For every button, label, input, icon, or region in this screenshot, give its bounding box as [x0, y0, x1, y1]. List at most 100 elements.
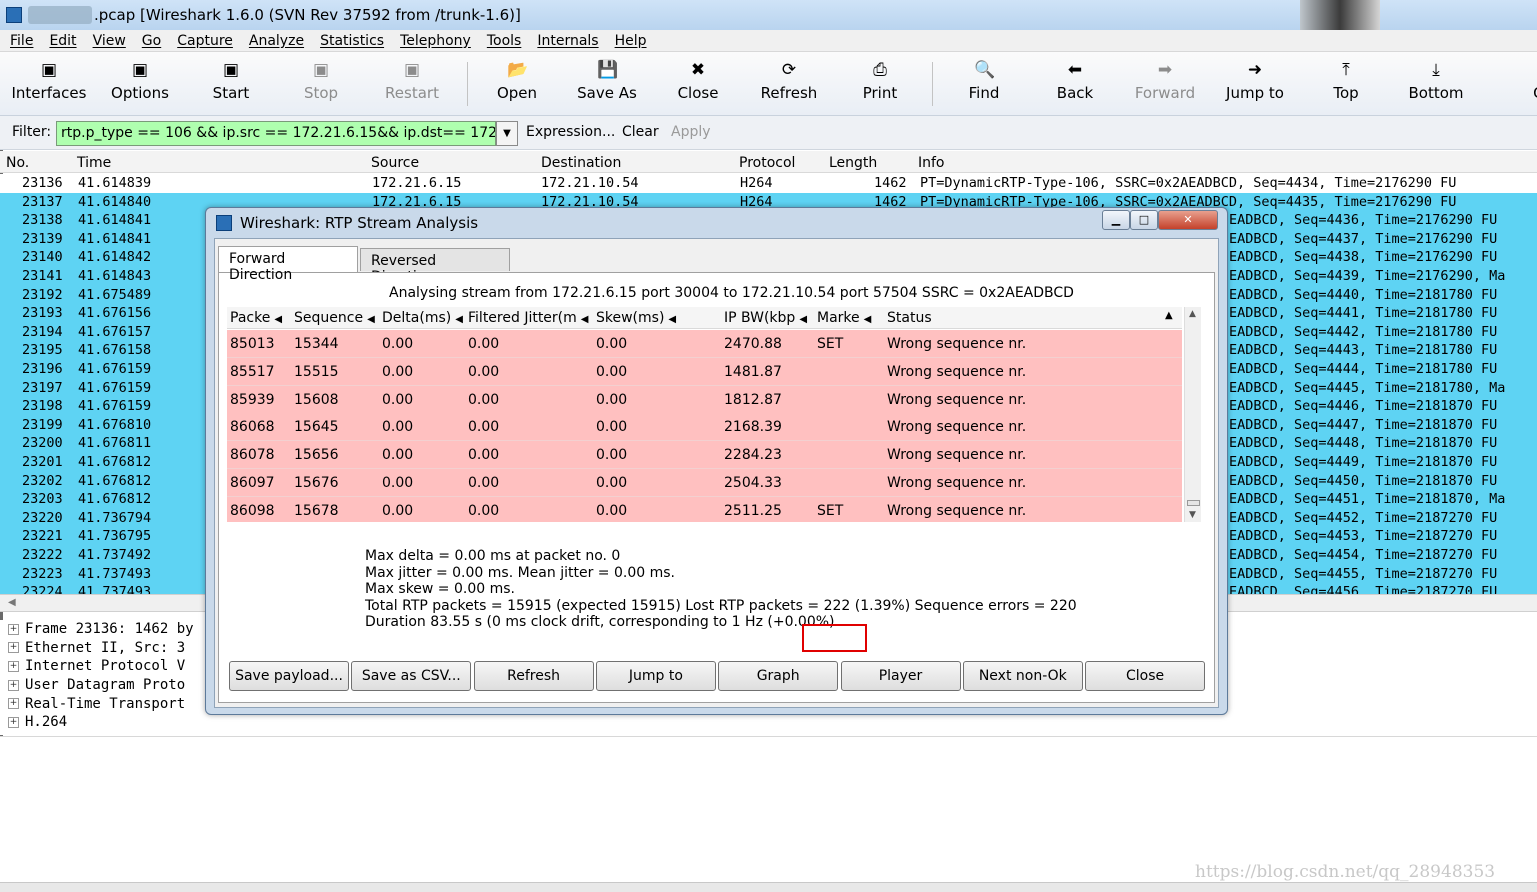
- sort-arrow-icon: ◀: [274, 314, 283, 325]
- detail-tree-item[interactable]: + Internet Protocol V: [8, 657, 185, 676]
- toolbar-label: Refresh: [760, 84, 818, 102]
- apply-button[interactable]: Apply: [671, 124, 711, 140]
- rtp-cell: SET: [817, 502, 844, 519]
- dialog-next-non-ok-button[interactable]: Next non-Ok: [962, 661, 1083, 691]
- clear-button[interactable]: Clear: [622, 124, 659, 140]
- rtp-col-header[interactable]: Marke ◀: [817, 310, 871, 326]
- expand-icon[interactable]: +: [8, 716, 19, 728]
- packet-time: 41.676812: [78, 454, 152, 470]
- packet-no: 23220: [22, 509, 63, 526]
- expand-icon[interactable]: +: [8, 660, 19, 672]
- packet-no: 23201: [22, 454, 63, 470]
- menu-telephony[interactable]: Telephony: [400, 33, 471, 49]
- rtp-col-header[interactable]: Sequence ◀: [294, 310, 375, 326]
- detail-tree-item[interactable]: + Real-Time Transport: [8, 694, 185, 713]
- toolbar-start-button[interactable]: ▣ Start: [186, 56, 276, 102]
- maximize-button[interactable]: □: [1130, 210, 1158, 230]
- toolbar-find-button[interactable]: 🔍 Find: [939, 56, 1029, 102]
- toolbar-save-as-button[interactable]: 💾 Save As: [562, 56, 652, 102]
- detail-tree-item[interactable]: + Frame 23136: 1462 by: [8, 620, 194, 639]
- col-length[interactable]: Length: [829, 155, 877, 171]
- toolbar-restart-button[interactable]: ▣ Restart: [367, 56, 457, 102]
- detail-tree-item[interactable]: + H.264: [8, 713, 67, 732]
- toolbar-top-button[interactable]: ⤒ Top: [1301, 56, 1391, 102]
- toolbar-print-button[interactable]: ⎙ Print: [835, 56, 925, 102]
- toolbar-forward-button[interactable]: ➡ Forward: [1120, 56, 1210, 102]
- menu-capture[interactable]: Capture: [177, 33, 233, 49]
- rtp-cell: 86097: [230, 475, 275, 491]
- rtp-col-header[interactable]: Status: [887, 310, 932, 326]
- dialog-graph-button[interactable]: Graph: [718, 661, 839, 691]
- menu-file[interactable]: File: [10, 33, 33, 49]
- expand-icon[interactable]: +: [8, 642, 19, 654]
- scroll-left-icon[interactable]: ◀: [8, 597, 16, 608]
- rtp-row[interactable]: 86078 15656 0.00 0.00 0.00 2284.23 Wrong seque…: [227, 441, 1182, 470]
- menu-analyze[interactable]: Analyze: [249, 33, 304, 49]
- rtp-row[interactable]: 85517 15515 0.00 0.00 0.00 1481.87 Wrong seque…: [227, 357, 1182, 386]
- dialog-save-payload-button[interactable]: Save payload...: [229, 661, 349, 691]
- toolbar-close-button[interactable]: ✖ Close: [653, 56, 743, 102]
- rtp-row[interactable]: 86098 15678 0.00 0.00 0.00 2511.25 SET Wrong se…: [227, 496, 1182, 522]
- toolbar-open-button[interactable]: 📂 Open: [472, 56, 562, 102]
- menu-help[interactable]: Help: [615, 33, 647, 49]
- col-source[interactable]: Source: [371, 155, 419, 171]
- menu-statistics[interactable]: Statistics: [320, 33, 384, 49]
- packet-no: 23140: [22, 249, 63, 266]
- rtp-col-header[interactable]: Delta(ms) ◀: [382, 310, 463, 326]
- filter-input[interactable]: rtp.p_type == 106 && ip.src == 172.21.6.…: [56, 121, 496, 146]
- dialog-jump-to-button[interactable]: Jump to: [595, 661, 716, 691]
- menu-edit[interactable]: Edit: [49, 33, 76, 49]
- expand-icon[interactable]: +: [8, 698, 19, 710]
- scroll-down-icon[interactable]: ▼: [1189, 510, 1196, 520]
- toolbar-label: Print: [862, 84, 898, 102]
- menu-go[interactable]: Go: [142, 33, 161, 49]
- dialog-save-as-csv-button[interactable]: Save as CSV...: [351, 661, 472, 691]
- rtp-cell: 15608: [294, 391, 339, 408]
- tab-reversed-direction[interactable]: Reversed Direction: [360, 248, 510, 285]
- rtp-row[interactable]: 85939 15608 0.00 0.00 0.00 1812.87 Wrong seque…: [227, 385, 1182, 414]
- rtp-cell: 2504.33: [724, 475, 782, 491]
- expand-icon[interactable]: +: [8, 623, 19, 635]
- toolbar-stop-button[interactable]: ▣ Stop: [276, 56, 366, 102]
- rtp-col-header[interactable]: Skew(ms) ◀: [596, 310, 676, 326]
- toolbar-col-button[interactable]: Col: [1500, 56, 1537, 102]
- rtp-row[interactable]: 85013 15344 0.00 0.00 0.00 2470.88 SET Wrong se…: [227, 330, 1182, 358]
- dialog-close-button[interactable]: Close: [1085, 661, 1206, 691]
- toolbar-jump-to-button[interactable]: ➜ Jump to: [1210, 56, 1300, 102]
- rtp-row[interactable]: 86097 15676 0.00 0.00 0.00 2504.33 Wrong seque…: [227, 469, 1182, 497]
- rtp-table-vscrollbar[interactable]: ▲ ▼: [1184, 307, 1201, 522]
- rtp-col-header[interactable]: IP BW(kbp ◀: [724, 310, 807, 326]
- toolbar-options-button[interactable]: ▣ Options: [95, 56, 185, 102]
- col-destination[interactable]: Destination: [541, 155, 621, 171]
- col-no[interactable]: No.: [6, 155, 29, 171]
- rtp-col-header[interactable]: Filtered Jitter(m ◀: [468, 310, 588, 326]
- menu-view[interactable]: View: [93, 33, 126, 49]
- rtp-cell: 0.00: [596, 363, 628, 380]
- col-protocol[interactable]: Protocol: [739, 155, 795, 171]
- dialog-close-button[interactable]: ✕: [1158, 210, 1218, 230]
- menu-tools[interactable]: Tools: [487, 33, 522, 49]
- filter-dropdown-button[interactable]: ▼: [496, 121, 518, 146]
- dialog-refresh-button[interactable]: Refresh: [473, 661, 594, 691]
- expand-icon[interactable]: +: [8, 679, 19, 691]
- tab-forward-direction[interactable]: Forward Direction: [218, 246, 358, 283]
- toolbar-interfaces-button[interactable]: ▣ Interfaces: [4, 56, 94, 102]
- menu-internals[interactable]: Internals: [537, 33, 598, 49]
- toolbar-bottom-button[interactable]: ⤓ Bottom: [1391, 56, 1481, 102]
- minimize-button[interactable]: ▁: [1102, 210, 1130, 230]
- dialog-player-button[interactable]: Player: [840, 661, 961, 691]
- scroll-thumb[interactable]: [1187, 500, 1200, 506]
- rtp-row[interactable]: 86068 15645 0.00 0.00 0.00 2168.39 Wrong seque…: [227, 413, 1182, 442]
- detail-tree-item[interactable]: + User Datagram Proto: [8, 676, 185, 695]
- col-time[interactable]: Time: [77, 155, 111, 171]
- rtp-col-header[interactable]: Packe ◀: [230, 310, 282, 326]
- col-info[interactable]: Info: [918, 155, 945, 171]
- expression-button[interactable]: Expression...: [526, 124, 615, 140]
- toolbar-back-button[interactable]: ⬅ Back: [1030, 56, 1120, 102]
- scroll-up-icon[interactable]: ▲: [1189, 309, 1196, 319]
- highlight-annotation-box: [802, 624, 867, 652]
- detail-tree-item[interactable]: + Ethernet II, Src: 3: [8, 639, 185, 658]
- toolbar-refresh-button[interactable]: ⟳ Refresh: [744, 56, 834, 102]
- rtp-cell: 0.00: [468, 447, 500, 464]
- packet-row[interactable]: 23136 41.614839 172.21.6.15 172.21.10.54 H26…: [0, 174, 1537, 193]
